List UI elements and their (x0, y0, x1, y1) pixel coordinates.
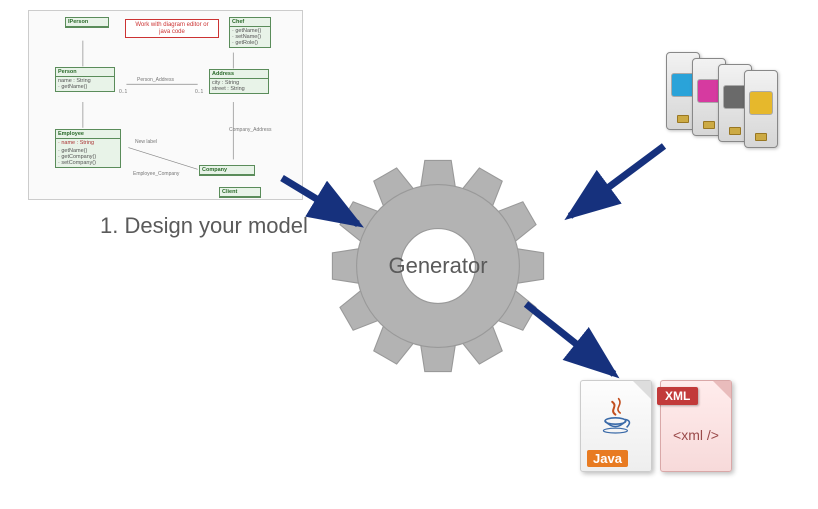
uml-assoc-company-address: Company_Address (229, 127, 272, 133)
uml-person-attr: name : String (58, 78, 91, 84)
uml-multiplicity-2: 0..1 (195, 89, 203, 95)
step-caption: 1. Design your model (100, 212, 320, 240)
uml-assoc-new-label: New label (135, 139, 157, 145)
java-badge: Java (587, 450, 628, 467)
uml-model-diagram: IPerson Work with diagram editor or java… (28, 10, 303, 200)
uml-note-box: Work with diagram editor or java code (125, 19, 219, 38)
xml-banner: XML (657, 387, 698, 405)
uml-address-label: Address (212, 71, 234, 77)
uml-chef-label: Chef (232, 19, 244, 25)
page-fold-icon (633, 381, 651, 399)
cartridge-4 (744, 70, 778, 148)
uml-assoc-employee-company: Employee_Company (133, 171, 179, 177)
gear-label: Generator (388, 253, 487, 279)
uml-class-chef: Chef · getName()· setName()· getRole() (229, 17, 271, 48)
xml-file-icon: XML <xml /> (660, 380, 732, 472)
uml-person-label: Person (58, 69, 77, 75)
uml-address-street: street : String (212, 86, 245, 92)
uml-iperson-label: IPerson (68, 19, 88, 25)
arrow-cartridges-to-generator-icon (552, 140, 672, 230)
uml-class-iperson: IPerson (65, 17, 109, 28)
uml-class-employee: Employee · name : String · getName()· ge… (55, 129, 121, 168)
java-file-icon: Java (580, 380, 652, 472)
ink-cartridges-icon (666, 42, 786, 152)
uml-class-client: Client (219, 187, 261, 198)
generator-gear: Generator (328, 156, 548, 376)
uml-assoc-person-address: Person_Address (137, 77, 174, 83)
uml-employee-label: Employee (58, 131, 84, 137)
xml-content-text: <xml /> (661, 427, 731, 443)
uml-class-company: Company (199, 165, 255, 176)
uml-class-address: Address city : Stringstreet : String (209, 69, 269, 94)
java-cup-icon (601, 397, 633, 437)
uml-client-label: Client (222, 189, 237, 195)
output-files: Java XML <xml /> (580, 380, 750, 480)
uml-class-person: Person name : String· getName() (55, 67, 115, 92)
step-caption-text: 1. Design your model (100, 213, 308, 238)
uml-multiplicity-1: 0..1 (119, 89, 127, 95)
page-fold-icon (713, 381, 731, 399)
uml-note-text: Work with diagram editor or java code (135, 22, 208, 35)
uml-company-label: Company (202, 167, 227, 173)
